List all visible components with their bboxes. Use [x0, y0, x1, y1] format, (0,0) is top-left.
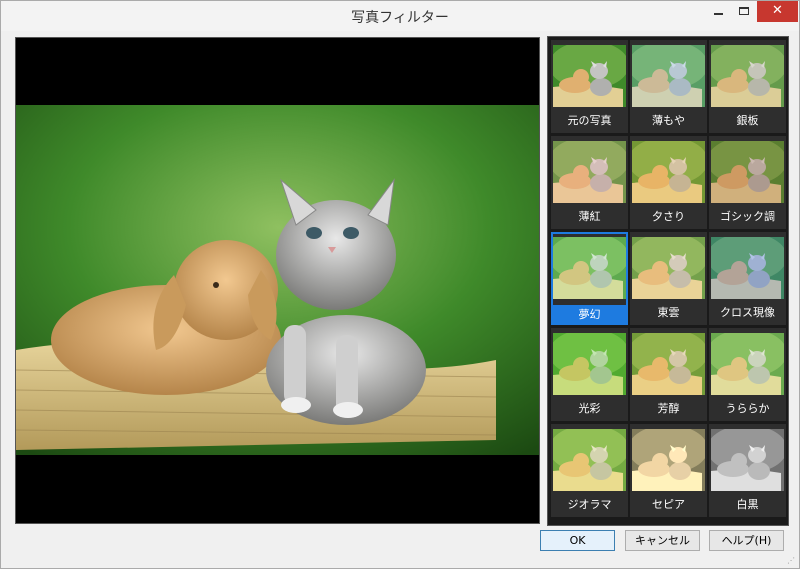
filter-thumbnail	[632, 333, 705, 395]
filter-tile[interactable]: 薄もや	[630, 40, 707, 133]
filter-label: 光彩	[578, 402, 601, 415]
filter-thumbnail	[553, 45, 626, 107]
close-button[interactable]: ✕	[757, 1, 798, 22]
filter-tile[interactable]: 夢幻	[551, 232, 628, 325]
filter-tile[interactable]: 芳醇	[630, 328, 707, 421]
filter-thumbnail	[711, 141, 784, 203]
filter-label: 元の写真	[567, 114, 612, 127]
filter-label: クロス現像	[720, 306, 775, 319]
help-button[interactable]: ヘルプ(H)	[709, 530, 784, 551]
filter-label: 東雲	[657, 306, 680, 319]
photo-filter-dialog: 写真フィルター ✕ 元の写真 薄もや 銀板 薄紅 夕さり ゴシック調 夢幻 東雲…	[0, 0, 800, 569]
filter-tile[interactable]: 薄紅	[551, 136, 628, 229]
filter-label: ジオラマ	[567, 498, 612, 511]
filter-label: 夕さり	[652, 210, 685, 223]
filter-thumbnail	[553, 429, 626, 491]
filter-thumbnail	[632, 429, 705, 491]
filter-label: うららか	[725, 402, 770, 415]
window-title: 写真フィルター	[351, 10, 449, 26]
filter-tile[interactable]: 白黒	[709, 424, 786, 517]
dialog-body: 元の写真 薄もや 銀板 薄紅 夕さり ゴシック調 夢幻 東雲 クロス現像 光彩 …	[8, 31, 793, 561]
filter-thumbnail	[632, 141, 705, 203]
filter-thumbnail	[553, 237, 626, 299]
filter-label: セピア	[652, 498, 685, 511]
filter-thumbnail	[711, 429, 784, 491]
filter-tile[interactable]: クロス現像	[709, 232, 786, 325]
preview-image	[16, 105, 539, 455]
photo-preview	[15, 37, 540, 524]
cancel-button[interactable]: キャンセル	[625, 530, 700, 551]
filter-gallery: 元の写真 薄もや 銀板 薄紅 夕さり ゴシック調 夢幻 東雲 クロス現像 光彩 …	[547, 36, 789, 526]
filter-label: 薄もや	[652, 114, 685, 127]
filter-tile[interactable]: セピア	[630, 424, 707, 517]
maximize-button[interactable]	[731, 1, 757, 22]
filter-thumbnail	[711, 45, 784, 107]
filter-label: 芳醇	[657, 402, 680, 415]
filter-tile[interactable]: ゴシック調	[709, 136, 786, 229]
minimize-icon	[713, 13, 723, 15]
filter-thumbnail	[553, 333, 626, 395]
ok-button[interactable]: OK	[540, 530, 615, 551]
filter-thumbnail	[632, 45, 705, 107]
filter-label: 白黒	[736, 498, 759, 511]
filter-tile[interactable]: ジオラマ	[551, 424, 628, 517]
filter-thumbnail	[711, 237, 784, 299]
filter-tile[interactable]: 元の写真	[551, 40, 628, 133]
filter-label: ゴシック調	[720, 210, 775, 223]
filter-tile[interactable]: 夕さり	[630, 136, 707, 229]
filter-thumbnail	[553, 141, 626, 203]
filter-label: 銀板	[736, 114, 759, 127]
filter-tile[interactable]: 光彩	[551, 328, 628, 421]
resize-grip-icon[interactable]: ⋰	[787, 556, 797, 566]
filter-thumbnail	[711, 333, 784, 395]
filter-thumbnail	[632, 237, 705, 299]
maximize-icon	[739, 7, 749, 15]
close-icon: ✕	[772, 3, 783, 18]
title-bar[interactable]: 写真フィルター ✕	[1, 1, 799, 31]
filter-tile[interactable]: 銀板	[709, 40, 786, 133]
filter-tile[interactable]: うららか	[709, 328, 786, 421]
minimize-button[interactable]	[705, 1, 731, 22]
filter-tile[interactable]: 東雲	[630, 232, 707, 325]
filter-label: 夢幻	[553, 305, 626, 324]
filter-label: 薄紅	[578, 210, 601, 223]
